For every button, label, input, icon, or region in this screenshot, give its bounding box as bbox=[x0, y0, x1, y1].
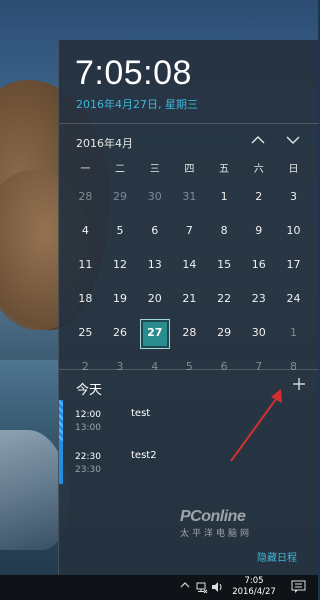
chevron-up-icon bbox=[251, 136, 265, 144]
calendar-week-row: 2 3 4 5 6 7 8 bbox=[68, 350, 311, 384]
plus-icon bbox=[293, 378, 305, 390]
calendar-day[interactable]: 4 bbox=[137, 350, 172, 384]
divider bbox=[59, 123, 319, 124]
calendar-day[interactable]: 10 bbox=[276, 214, 311, 248]
add-event-button[interactable] bbox=[289, 374, 309, 394]
calendar-day[interactable]: 7 bbox=[241, 350, 276, 384]
calendar-grid: 一 二 三 四 五 六 日 28 29 30 31 1 2 3 4 5 6 7 … bbox=[68, 160, 311, 384]
calendar-day[interactable]: 31 bbox=[172, 180, 207, 214]
calendar-day[interactable]: 28 bbox=[68, 180, 103, 214]
watermark-subtitle: 太平洋电脑网 bbox=[180, 528, 253, 538]
weekday-label: 一 bbox=[80, 164, 91, 175]
speaker-icon[interactable] bbox=[211, 581, 223, 593]
calendar-day[interactable]: 4 bbox=[68, 214, 103, 248]
calendar-day-today[interactable]: 27 bbox=[137, 316, 172, 350]
taskbar-date: 2016/4/27 bbox=[232, 587, 276, 597]
event-color-bar bbox=[59, 400, 63, 442]
chevron-up-icon bbox=[180, 582, 190, 588]
calendar-week-row: 18 19 20 21 22 23 24 bbox=[68, 282, 311, 316]
weekday-label: 四 bbox=[184, 164, 195, 175]
calendar-day[interactable]: 13 bbox=[137, 248, 172, 282]
calendar-day[interactable]: 8 bbox=[207, 214, 242, 248]
calendar-day[interactable]: 9 bbox=[241, 214, 276, 248]
weekday-header: 一 二 三 四 五 六 日 bbox=[68, 160, 311, 180]
calendar-week-row: 28 29 30 31 1 2 3 bbox=[68, 180, 311, 214]
event-end-time: 23:30 bbox=[75, 465, 101, 475]
clock-calendar-flyout: 7:05:08 2016年4月27日, 星期三 2016年4月 一 二 三 四 … bbox=[58, 40, 319, 575]
weekday-label: 五 bbox=[219, 164, 230, 175]
show-hidden-icons-button[interactable] bbox=[180, 580, 190, 593]
calendar-day[interactable]: 14 bbox=[172, 248, 207, 282]
calendar-day[interactable]: 30 bbox=[137, 180, 172, 214]
watermark-logo: PConline bbox=[180, 508, 246, 525]
clock-time: 7:05:08 bbox=[75, 54, 192, 92]
event-title: test2 bbox=[131, 450, 157, 461]
calendar-week-row: 11 12 13 14 15 16 17 bbox=[68, 248, 311, 282]
event-start-time: 22:30 bbox=[75, 452, 101, 462]
calendar-day[interactable]: 28 bbox=[172, 316, 207, 350]
calendar-day[interactable]: 20 bbox=[137, 282, 172, 316]
event-end-time: 13:00 bbox=[75, 423, 101, 433]
weekday-label: 二 bbox=[115, 164, 126, 175]
calendar-day[interactable]: 26 bbox=[103, 316, 138, 350]
clock-date-link[interactable]: 2016年4月27日, 星期三 bbox=[76, 96, 198, 112]
weekday-label: 三 bbox=[149, 164, 160, 175]
calendar-day[interactable]: 2 bbox=[241, 180, 276, 214]
calendar-month-label[interactable]: 2016年4月 bbox=[76, 135, 133, 151]
calendar-day[interactable]: 17 bbox=[276, 248, 311, 282]
calendar-day[interactable]: 12 bbox=[103, 248, 138, 282]
taskbar: 7:05 2016/4/27 bbox=[0, 575, 318, 600]
previous-month-button[interactable] bbox=[249, 131, 267, 149]
calendar-day[interactable]: 3 bbox=[276, 180, 311, 214]
calendar-day[interactable]: 1 bbox=[276, 316, 311, 350]
calendar-day[interactable]: 25 bbox=[68, 316, 103, 350]
network-icon[interactable] bbox=[196, 581, 208, 593]
calendar-day[interactable]: 30 bbox=[241, 316, 276, 350]
event-color-bar bbox=[59, 442, 63, 484]
pconline-watermark: PConline 太平洋电脑网 bbox=[180, 508, 252, 539]
calendar-day[interactable]: 15 bbox=[207, 248, 242, 282]
agenda-title: 今天 bbox=[76, 383, 103, 398]
taskbar-time: 7:05 bbox=[244, 576, 264, 586]
calendar-day[interactable]: 21 bbox=[172, 282, 207, 316]
calendar-day[interactable]: 1 bbox=[207, 180, 242, 214]
taskbar-clock[interactable]: 7:05 2016/4/27 bbox=[224, 576, 284, 598]
calendar-day[interactable]: 11 bbox=[68, 248, 103, 282]
action-center-icon[interactable] bbox=[291, 580, 307, 594]
annotation-arrow-icon bbox=[230, 389, 282, 462]
calendar-day[interactable]: 3 bbox=[103, 350, 138, 384]
calendar-day[interactable]: 24 bbox=[276, 282, 311, 316]
calendar-day[interactable]: 18 bbox=[68, 282, 103, 316]
calendar-day[interactable]: 5 bbox=[172, 350, 207, 384]
weekday-label: 六 bbox=[253, 164, 264, 175]
calendar-day[interactable]: 7 bbox=[172, 214, 207, 248]
calendar-day[interactable]: 6 bbox=[137, 214, 172, 248]
event-start-time: 12:00 bbox=[75, 410, 101, 420]
chevron-down-icon bbox=[286, 136, 300, 144]
calendar-week-row: 4 5 6 7 8 9 10 bbox=[68, 214, 311, 248]
next-month-button[interactable] bbox=[284, 131, 302, 149]
calendar-day[interactable]: 16 bbox=[241, 248, 276, 282]
calendar-day[interactable]: 6 bbox=[207, 350, 242, 384]
calendar-day[interactable]: 29 bbox=[103, 180, 138, 214]
calendar-week-row: 25 26 27 28 29 30 1 bbox=[68, 316, 311, 350]
calendar-day[interactable]: 23 bbox=[241, 282, 276, 316]
calendar-day[interactable]: 22 bbox=[207, 282, 242, 316]
divider bbox=[59, 369, 319, 370]
calendar-day[interactable]: 19 bbox=[103, 282, 138, 316]
calendar-day[interactable]: 29 bbox=[207, 316, 242, 350]
event-title: test bbox=[131, 408, 151, 419]
calendar-day[interactable]: 5 bbox=[103, 214, 138, 248]
weekday-label: 日 bbox=[288, 164, 299, 175]
today-label: 27 bbox=[147, 326, 163, 339]
hide-agenda-link[interactable]: 隐藏日程 bbox=[257, 549, 297, 564]
